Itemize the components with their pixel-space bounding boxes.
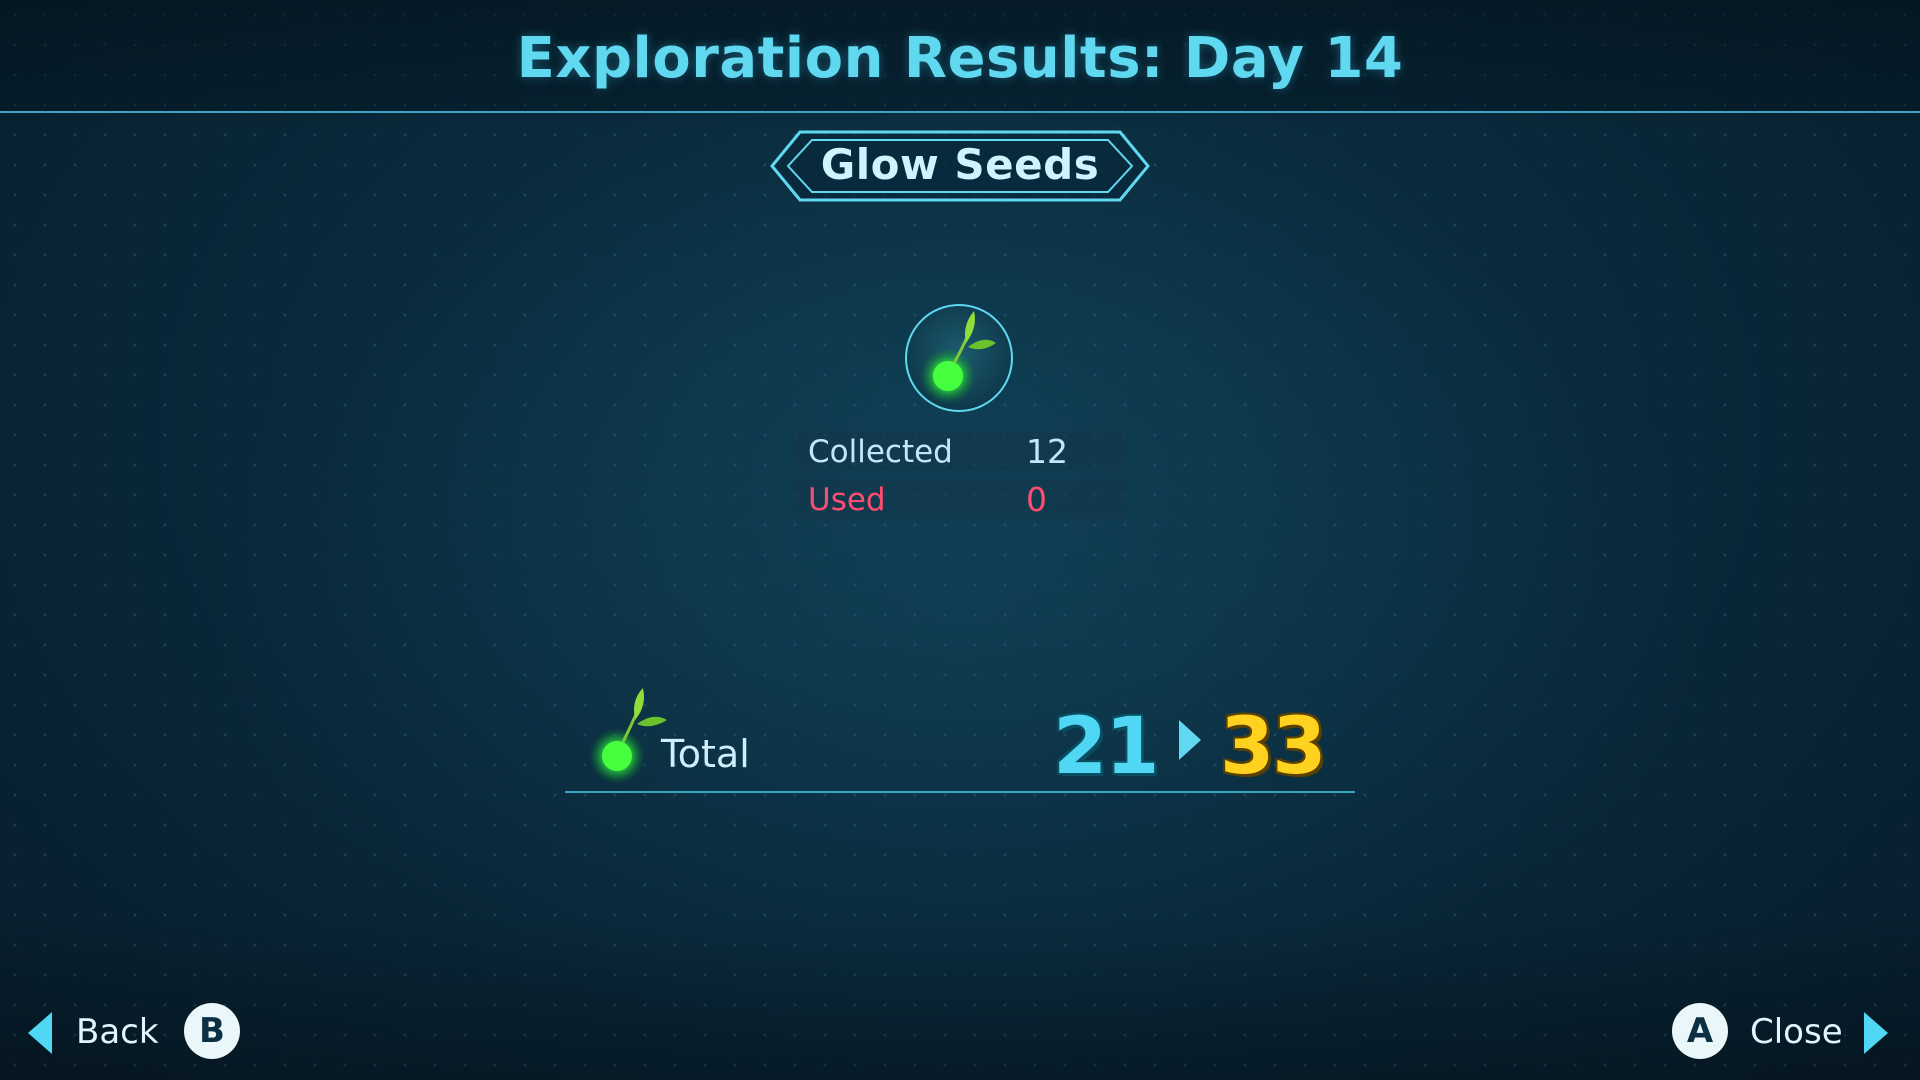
arrow-right-icon: [1179, 720, 1201, 760]
arrow-left-icon: [28, 1012, 52, 1054]
page-title: Exploration Results: Day 14: [516, 26, 1404, 91]
category-title: Glow Seeds: [820, 140, 1100, 189]
close-button[interactable]: A Close: [1668, 1000, 1898, 1064]
glow-seed-icon: [904, 303, 1014, 413]
back-button[interactable]: Back B: [28, 1000, 268, 1064]
a-button-icon: A: [1672, 1003, 1728, 1059]
total-previous-value: 21: [1053, 702, 1160, 792]
back-label: Back: [76, 1012, 159, 1052]
stat-row-used: Used 0: [792, 479, 1128, 519]
total-new-value: 33: [1220, 702, 1327, 792]
total-label: Total: [661, 732, 750, 776]
category-banner: Glow Seeds: [770, 130, 1150, 202]
total-divider: [565, 791, 1355, 793]
used-label: Used: [808, 482, 886, 518]
collected-label: Collected: [808, 434, 953, 470]
b-button-icon: B: [184, 1003, 240, 1059]
stat-row-collected: Collected 12: [792, 431, 1128, 471]
used-value: 0: [1026, 480, 1047, 519]
total-row: Total 21 33: [565, 680, 1355, 795]
arrow-right-icon: [1864, 1012, 1888, 1054]
close-label: Close: [1750, 1012, 1843, 1052]
collected-value: 12: [1026, 432, 1068, 471]
header-divider: [0, 111, 1920, 113]
header-bar: Exploration Results: Day 14: [0, 0, 1920, 113]
